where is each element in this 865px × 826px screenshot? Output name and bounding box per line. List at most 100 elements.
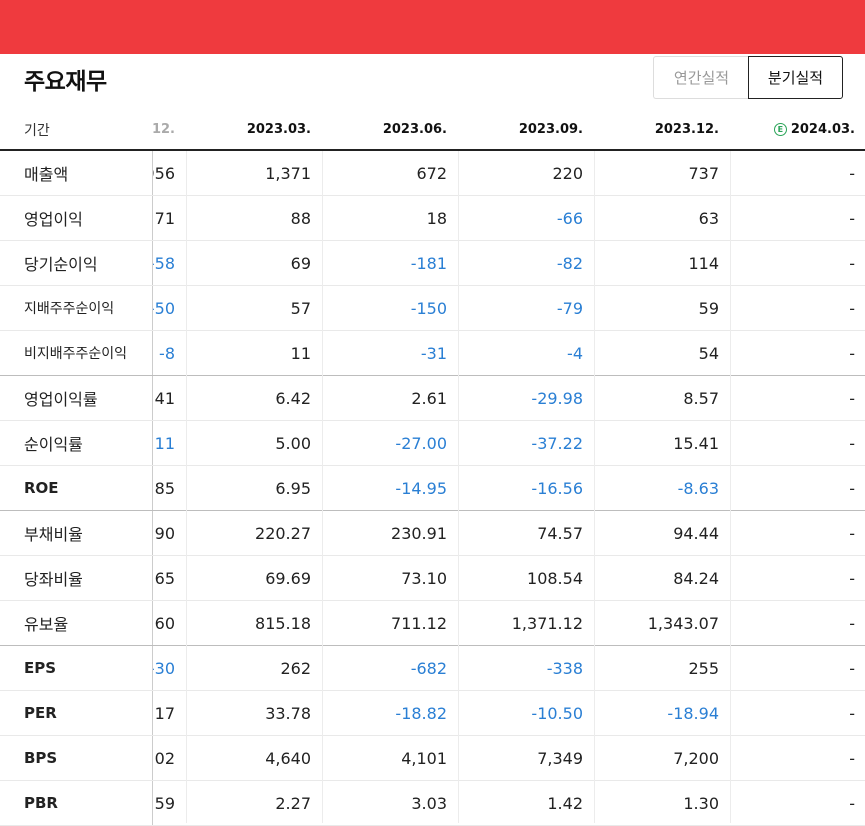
table-row: -.11 5.00 -27.00 -37.22 15.41- 순이익률 <box>0 421 865 466</box>
row-label: 지배주주순이익 <box>0 286 153 330</box>
table-cell: - <box>849 613 855 633</box>
table-cell: -79 <box>556 298 583 318</box>
table-cell: 6.42 <box>275 388 311 408</box>
table-row: -58 69 -181 -82 114- 당기순이익 <box>0 241 865 286</box>
table-cell: 220.27 <box>255 523 311 543</box>
table-cell: - <box>849 793 855 813</box>
table-cell: 69 <box>290 253 311 273</box>
column-header: 2023.12. <box>589 110 719 149</box>
row-label: 순이익률 <box>0 421 153 465</box>
column-header-label: 12. <box>151 122 175 137</box>
table-cell: -150 <box>410 298 447 318</box>
table-cell: 73.10 <box>401 568 447 588</box>
table-row: 85 6.95 -14.95 -16.56 -8.63- ROE <box>0 466 865 511</box>
table-cell: 54 <box>698 343 719 363</box>
table-cell: 1,371.12 <box>511 613 583 633</box>
table-cell: 94.44 <box>673 523 719 543</box>
column-header-label: 2024.03. <box>790 122 855 137</box>
table-cell: 8.57 <box>683 388 719 408</box>
table-row: 65 69.69 73.10 108.54 84.24- 당좌비율 <box>0 556 865 601</box>
table-cell: 11 <box>290 343 311 363</box>
table-cell: 1,371 <box>265 163 311 183</box>
table-cell: - <box>849 343 855 363</box>
table-cell: 57 <box>290 298 311 318</box>
table-cell: - <box>849 523 855 543</box>
table-cell: 815.18 <box>255 613 311 633</box>
table-cell: 3.03 <box>411 793 447 813</box>
table-cell: 15.41 <box>673 433 719 453</box>
column-divider <box>458 151 459 823</box>
table-cell: -14.95 <box>395 478 447 498</box>
column-divider <box>186 151 187 823</box>
table-cell: 59 <box>698 298 719 318</box>
table-cell: 1.42 <box>547 793 583 813</box>
table-row: -50 57 -150 -79 59- 지배주주순이익 <box>0 286 865 331</box>
table-row: 60 815.18 711.12 1,371.12 1,343.07- 유보율 <box>0 601 865 646</box>
table-cell: 255 <box>688 658 719 678</box>
table-cell: - <box>849 433 855 453</box>
table-cell: 711.12 <box>391 613 447 633</box>
table-cell: 262 <box>280 658 311 678</box>
row-label: PBR <box>0 781 153 825</box>
table-cell: - <box>849 748 855 768</box>
row-label: 당기순이익 <box>0 241 153 285</box>
table-row: 71 88 18 -66 63- 영업이익 <box>0 196 865 241</box>
table-cell: - <box>849 253 855 273</box>
column-divider <box>322 151 323 823</box>
table-cell: 2.61 <box>411 388 447 408</box>
table-cell: 108.54 <box>527 568 583 588</box>
column-header: 2023.09. <box>453 110 583 149</box>
estimate-badge-icon: E <box>773 123 787 136</box>
table-cell: 672 <box>416 163 447 183</box>
column-header: 2023.06. <box>317 110 447 149</box>
row-label: PER <box>0 691 153 735</box>
row-label: 영업이익률 <box>0 376 153 420</box>
row-label: 영업이익 <box>0 196 153 240</box>
table-row: 41 6.42 2.61 -29.98 8.57- 영업이익률 <box>0 376 865 421</box>
column-header-label: 2023.06. <box>382 122 447 137</box>
table-cell: -682 <box>410 658 447 678</box>
table-cell: 74.57 <box>537 523 583 543</box>
tab-quarterly-results[interactable]: 분기실적 <box>748 56 843 99</box>
table-row: -8 11 -31 -4 54- 비지배주주순이익 <box>0 331 865 376</box>
table-cell: - <box>849 568 855 588</box>
table-cell: -31 <box>420 343 447 363</box>
table-row: 956 1,371 672 220 737- 매출액 <box>0 151 865 196</box>
column-header-label: 2023.12. <box>654 122 719 137</box>
table-cell: -338 <box>546 658 583 678</box>
table-row: 02 4,640 4,101 7,349 7,200- BPS <box>0 736 865 781</box>
row-label: 부채비율 <box>0 511 153 555</box>
table-cell: - <box>849 478 855 498</box>
table-cell: 5.00 <box>275 433 311 453</box>
table-cell: 6.95 <box>275 478 311 498</box>
table-cell: 1,343.07 <box>647 613 719 633</box>
table-cell: 2.27 <box>275 793 311 813</box>
table-cell: 220 <box>552 163 583 183</box>
tab-annual-results[interactable]: 연간실적 <box>653 56 749 99</box>
table-cell: 33.78 <box>265 703 311 723</box>
table-cell: 84.24 <box>673 568 719 588</box>
table-cell: 88 <box>290 208 311 228</box>
row-label: 매출액 <box>0 151 153 195</box>
table-row: -30 262 -682 -338 255- EPS <box>0 646 865 691</box>
table-cell: - <box>849 208 855 228</box>
column-header: E 2024.03. <box>725 110 855 149</box>
page-title: 주요재무 <box>24 69 107 95</box>
table-cell: -8.63 <box>677 478 719 498</box>
financial-table: 기간 12. 2023.03. 2023.06. 2023.09. 2023.12. E 2… <box>0 110 865 826</box>
table-cell: -66 <box>556 208 583 228</box>
row-label: BPS <box>0 736 153 780</box>
table-cell: 1.30 <box>683 793 719 813</box>
table-cell: -18.82 <box>395 703 447 723</box>
table-cell: 230.91 <box>391 523 447 543</box>
table-cell: - <box>849 703 855 723</box>
row-label: 비지배주주순이익 <box>0 331 153 375</box>
table-cell: 63 <box>698 208 719 228</box>
table-row: 17 33.78 -18.82 -10.50 -18.94- PER <box>0 691 865 736</box>
table-cell: 7,349 <box>537 748 583 768</box>
table-cell: - <box>849 298 855 318</box>
table-cell: -82 <box>556 253 583 273</box>
table-row: 90 220.27 230.91 74.57 94.44- 부채비율 <box>0 511 865 556</box>
table-cell: - <box>849 658 855 678</box>
table-cell: -18.94 <box>667 703 719 723</box>
